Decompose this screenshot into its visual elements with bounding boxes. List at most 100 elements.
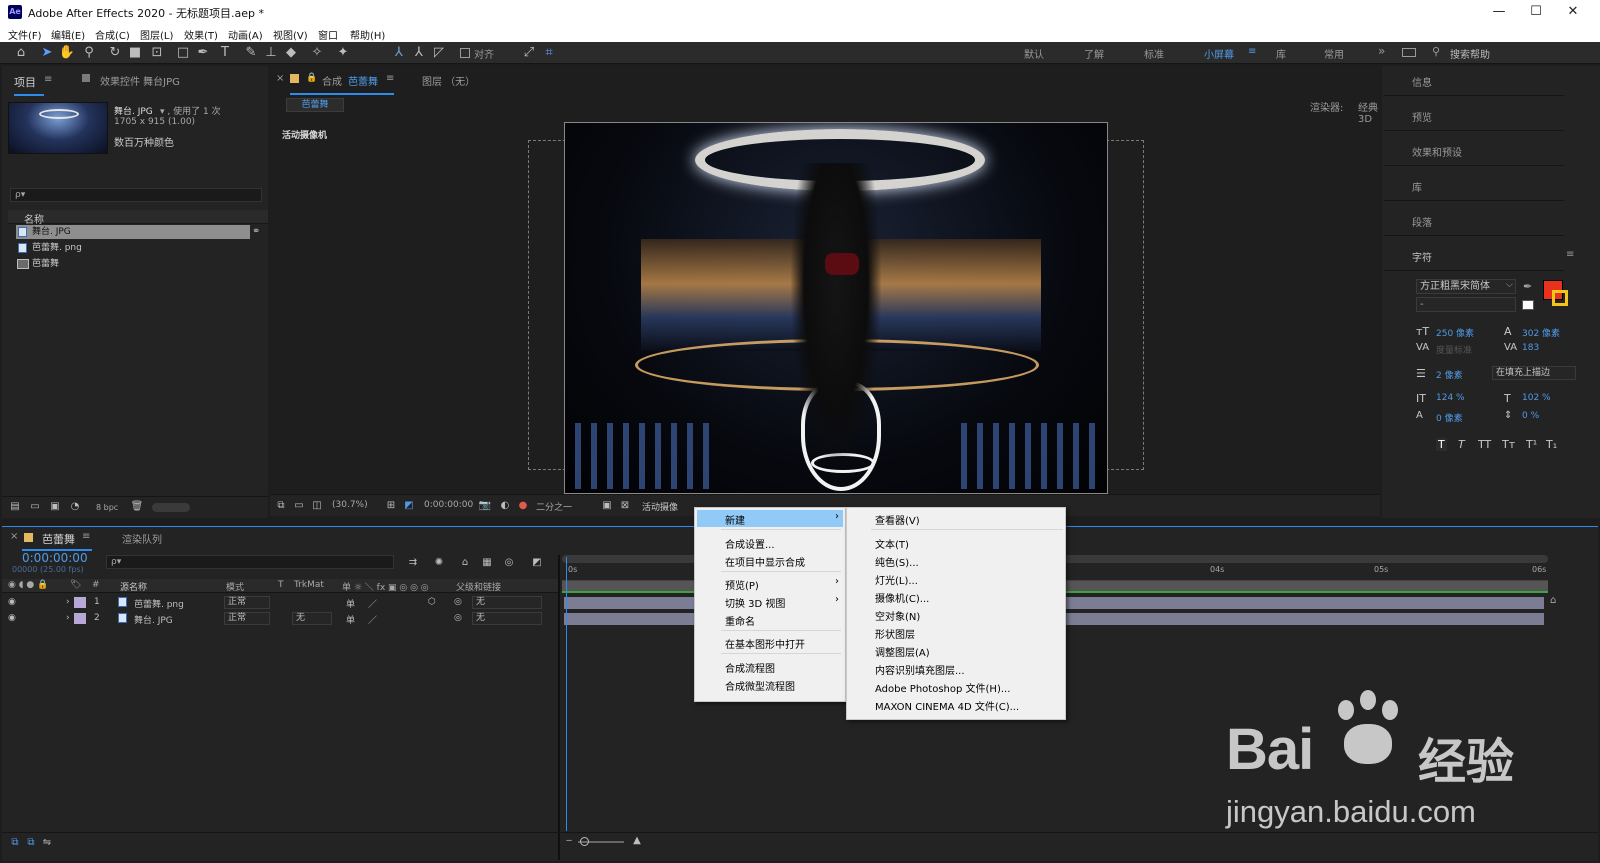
column-source-name[interactable]: 源名称 xyxy=(120,580,147,593)
project-item-stage[interactable]: 舞台. JPG xyxy=(32,225,71,239)
faux-bold-button[interactable]: T xyxy=(1436,438,1447,451)
graph-editor-icon[interactable]: ◩ xyxy=(528,555,546,571)
menu-composition[interactable]: 合成(C) xyxy=(95,27,130,42)
menu-file[interactable]: 文件(F) xyxy=(8,27,42,42)
default-colors-icon[interactable] xyxy=(1522,300,1534,310)
timeline-close-button[interactable]: × xyxy=(10,531,18,542)
camera-tool-icon[interactable]: ■ xyxy=(126,45,144,61)
submenu-item-cinema4d-file[interactable]: MAXON CINEMA 4D 文件(C)... xyxy=(875,698,1019,713)
expand-chevron-icon[interactable]: › xyxy=(66,597,70,607)
shy-switch-icon[interactable]: 单 xyxy=(346,597,355,610)
library-panel-tab[interactable]: 库 xyxy=(1412,179,1422,194)
workspace-standard[interactable]: 标准 xyxy=(1144,46,1164,61)
timeline-splitter[interactable] xyxy=(558,555,560,860)
mask-visibility-icon[interactable]: ◩ xyxy=(400,498,418,514)
menu-view[interactable]: 视图(V) xyxy=(273,27,308,42)
column-name-header[interactable]: 名称 xyxy=(24,211,44,226)
workspace-library[interactable]: 库 xyxy=(1276,46,1286,61)
submenu-item-solid[interactable]: 纯色(S)... xyxy=(875,554,919,569)
lock-icon[interactable]: 🔒 xyxy=(306,73,317,83)
layer-row[interactable]: ◉ › 2 舞台. JPG 正常 无 单 ／ ◎ 无 xyxy=(2,611,572,627)
preview-panel-tab[interactable]: 预览 xyxy=(1412,109,1432,124)
zoom-out-icon[interactable]: ‒ xyxy=(560,833,578,849)
submenu-item-shape-layer[interactable]: 形状图层 xyxy=(875,626,915,641)
maximize-button[interactable]: ☐ xyxy=(1521,3,1551,21)
zoom-level-select[interactable]: (30.7%) xyxy=(332,500,368,510)
menu-item-switch-3d-view[interactable]: 切换 3D 视图 xyxy=(725,595,785,610)
project-tab[interactable]: 项目 xyxy=(14,74,36,90)
draft-3d-icon[interactable]: ✺ xyxy=(430,555,448,571)
expand-chevron-icon[interactable]: › xyxy=(66,613,70,623)
submenu-item-text[interactable]: 文本(T) xyxy=(875,536,909,551)
workspace-learn[interactable]: 了解 xyxy=(1084,46,1104,61)
font-style-select[interactable]: - xyxy=(1416,297,1516,312)
monitor-icon[interactable]: ▭ xyxy=(290,498,308,514)
bit-depth-label[interactable]: 8 bpc xyxy=(96,503,118,512)
composition-viewer-canvas[interactable] xyxy=(564,122,1108,494)
layer-name[interactable]: 舞台. JPG xyxy=(134,613,173,626)
transparency-grid-icon[interactable]: ⊠ xyxy=(616,498,634,514)
render-queue-tab[interactable]: 渲染队列 xyxy=(122,531,162,546)
eyedropper-icon[interactable]: ✒ xyxy=(1523,280,1532,293)
parent-pickwhip-icon[interactable]: ◎ xyxy=(454,613,462,623)
close-button[interactable]: ✕ xyxy=(1558,3,1588,21)
project-item-ballet-comp[interactable]: 芭蕾舞 xyxy=(32,257,59,271)
home-icon[interactable]: ⌂ xyxy=(12,45,30,61)
always-preview-icon[interactable]: ⧉ xyxy=(272,498,290,514)
layer-tab[interactable]: 图层 （无） xyxy=(422,73,475,88)
horizontal-scale-value[interactable]: 102 % xyxy=(1522,393,1551,403)
menu-item-open-essential-graphics[interactable]: 在基本图形中打开 xyxy=(725,636,805,651)
pen-tool-icon[interactable]: ✒ xyxy=(194,45,212,61)
menu-item-preview[interactable]: 预览(P) xyxy=(725,577,759,592)
local-axis-icon[interactable]: ⅄ xyxy=(390,45,408,61)
comp-breadcrumb[interactable]: 芭蕾舞 xyxy=(286,98,344,112)
info-panel-tab[interactable]: 信息 xyxy=(1412,74,1432,89)
view-axis-icon[interactable]: ◸ xyxy=(430,45,448,61)
parent-pickwhip-icon[interactable]: ◎ xyxy=(454,597,462,607)
shy-layers-icon[interactable]: ⌂ xyxy=(456,555,474,571)
submenu-item-photoshop-file[interactable]: Adobe Photoshop 文件(H)... xyxy=(875,680,1010,695)
comp-tab-menu-icon[interactable]: ≡ xyxy=(386,73,394,84)
world-axis-icon[interactable]: ⅄ xyxy=(410,45,428,61)
submenu-item-adjustment-layer[interactable]: 调整图层(A) xyxy=(875,644,930,659)
snapshot-icon[interactable]: 📷 xyxy=(476,498,494,514)
character-menu-icon[interactable]: ≡ xyxy=(1566,249,1574,260)
font-family-select[interactable]: 方正粗黑宋简体 xyxy=(1416,279,1516,294)
label-color-swatch[interactable] xyxy=(74,613,86,624)
snap-grid-icon[interactable]: ⌗ xyxy=(540,45,558,61)
small-caps-button[interactable]: Tт xyxy=(1502,438,1515,451)
font-size-value[interactable]: 250 像素 xyxy=(1436,326,1474,339)
color-channels-icon[interactable]: ● xyxy=(514,498,532,514)
track-matte-select[interactable]: 无 xyxy=(292,612,332,625)
comp-close-button[interactable]: × xyxy=(276,73,284,84)
timeline-search-input[interactable]: ρ▾ xyxy=(106,555,394,569)
kerning-value[interactable]: 度量标准 xyxy=(1436,343,1472,356)
playhead-marker-icon[interactable]: ⌂ xyxy=(1550,595,1556,606)
menu-item-comp-flowchart[interactable]: 合成流程图 xyxy=(725,660,775,675)
menu-item-new[interactable]: 新建 xyxy=(725,512,745,527)
workspace-menu-icon[interactable]: ≡ xyxy=(1248,46,1256,57)
thumbnail-slider[interactable] xyxy=(152,503,190,512)
leading-value[interactable]: 302 像素 xyxy=(1522,326,1560,339)
menu-item-reveal-in-project[interactable]: 在项目中显示合成 xyxy=(725,554,805,569)
character-panel-tab[interactable]: 字符 xyxy=(1412,249,1432,264)
delete-icon[interactable]: 🗑 xyxy=(128,499,146,515)
shy-switch-icon[interactable]: 单 xyxy=(346,613,355,626)
snap-option-icon[interactable]: ⤢ xyxy=(520,45,538,61)
stroke-width-value[interactable]: 2 像素 xyxy=(1436,368,1463,381)
active-camera-select[interactable]: 活动摄像 xyxy=(642,500,678,513)
submenu-item-content-aware-fill[interactable]: 内容识别填充图层... xyxy=(875,662,965,677)
pan-behind-tool-icon[interactable]: ⊡ xyxy=(148,45,166,61)
motion-blur-icon[interactable]: ◎ xyxy=(500,555,518,571)
interpret-footage-icon[interactable]: ▤ xyxy=(6,499,24,515)
submenu-item-camera[interactable]: 摄像机(C)... xyxy=(875,590,929,605)
stroke-mode-select[interactable]: 在填充上描边 xyxy=(1492,366,1576,380)
label-color-swatch[interactable] xyxy=(74,597,86,608)
puppet-pin-tool-icon[interactable]: ✦ xyxy=(334,45,352,61)
subscript-button[interactable]: T₁ xyxy=(1546,438,1557,451)
parent-select[interactable]: 无 xyxy=(472,612,542,625)
frame-blending-icon[interactable]: ▦ xyxy=(478,555,496,571)
rotate-tool-icon[interactable]: ↻ xyxy=(106,45,124,61)
tsume-value[interactable]: 0 % xyxy=(1522,411,1539,421)
show-snapshot-icon[interactable]: ◐ xyxy=(496,498,514,514)
